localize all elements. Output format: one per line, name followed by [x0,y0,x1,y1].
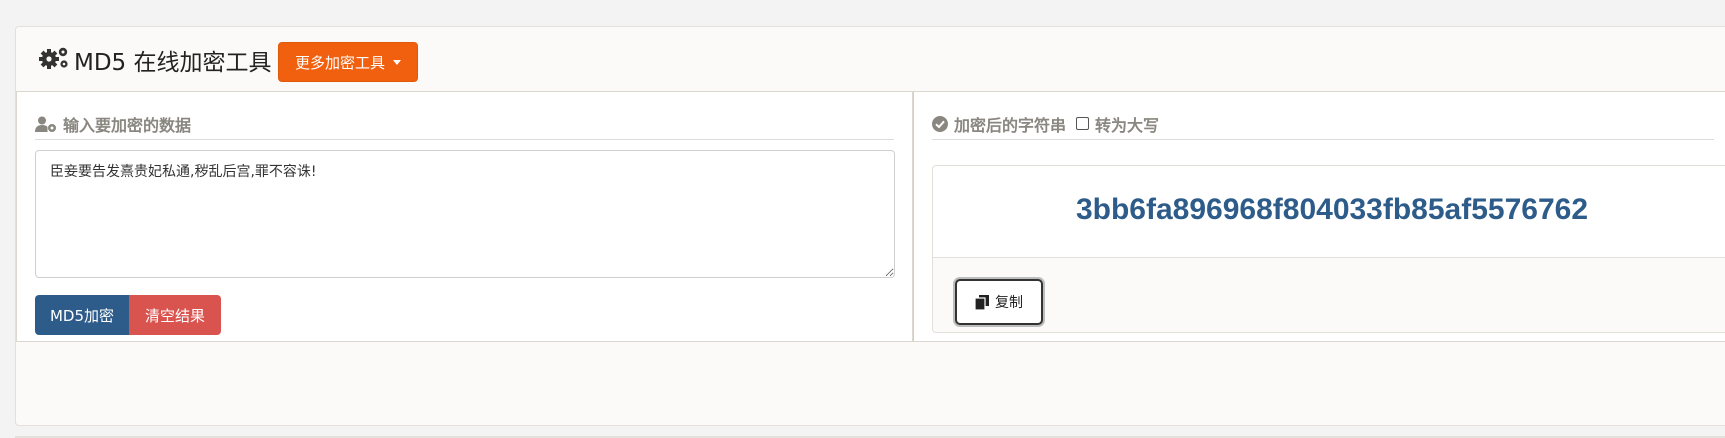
input-section-title: 输入要加密的数据 [63,115,192,135]
copy-button[interactable]: 复制 [955,279,1043,325]
md5-hash-output: 3bb6fa896968f804033fb85af5576762 [1075,193,1589,226]
copy-label: 复制 [995,295,1023,311]
gears-icon [39,47,68,69]
check-circle-icon [932,115,948,132]
user-gear-icon [35,116,56,132]
input-card: 输入要加密的数据 臣妾要告发熹贵妃私通,秽乱后宫,罪不容诛! MD5加密 清空结… [16,91,913,342]
result-box: 复制 [932,165,1725,333]
uppercase-label[interactable]: 转为大写 [1095,112,1159,136]
clear-result-button[interactable]: 清空结果 [129,295,221,335]
input-section-heading: 输入要加密的数据 [35,108,894,140]
page-title: MD5 在线加密工具 [74,50,272,76]
data-input[interactable]: 臣妾要告发熹贵妃私通,秽乱后宫,罪不容诛! [35,150,895,278]
copy-icon [975,294,989,310]
more-tools-label: 更多加密工具 [294,53,385,72]
panel-header: MD5 在线加密工具 更多加密工具 [16,27,1725,97]
md5-encrypt-button[interactable]: MD5加密 [35,295,129,335]
result-section-heading: 加密后的字符串 转为大写 [932,108,1714,140]
result-section-title: 加密后的字符串 [954,115,1067,135]
uppercase-checkbox[interactable] [1076,117,1090,130]
caret-down-icon [393,59,401,65]
more-tools-dropdown-button[interactable]: 更多加密工具 [278,42,418,82]
